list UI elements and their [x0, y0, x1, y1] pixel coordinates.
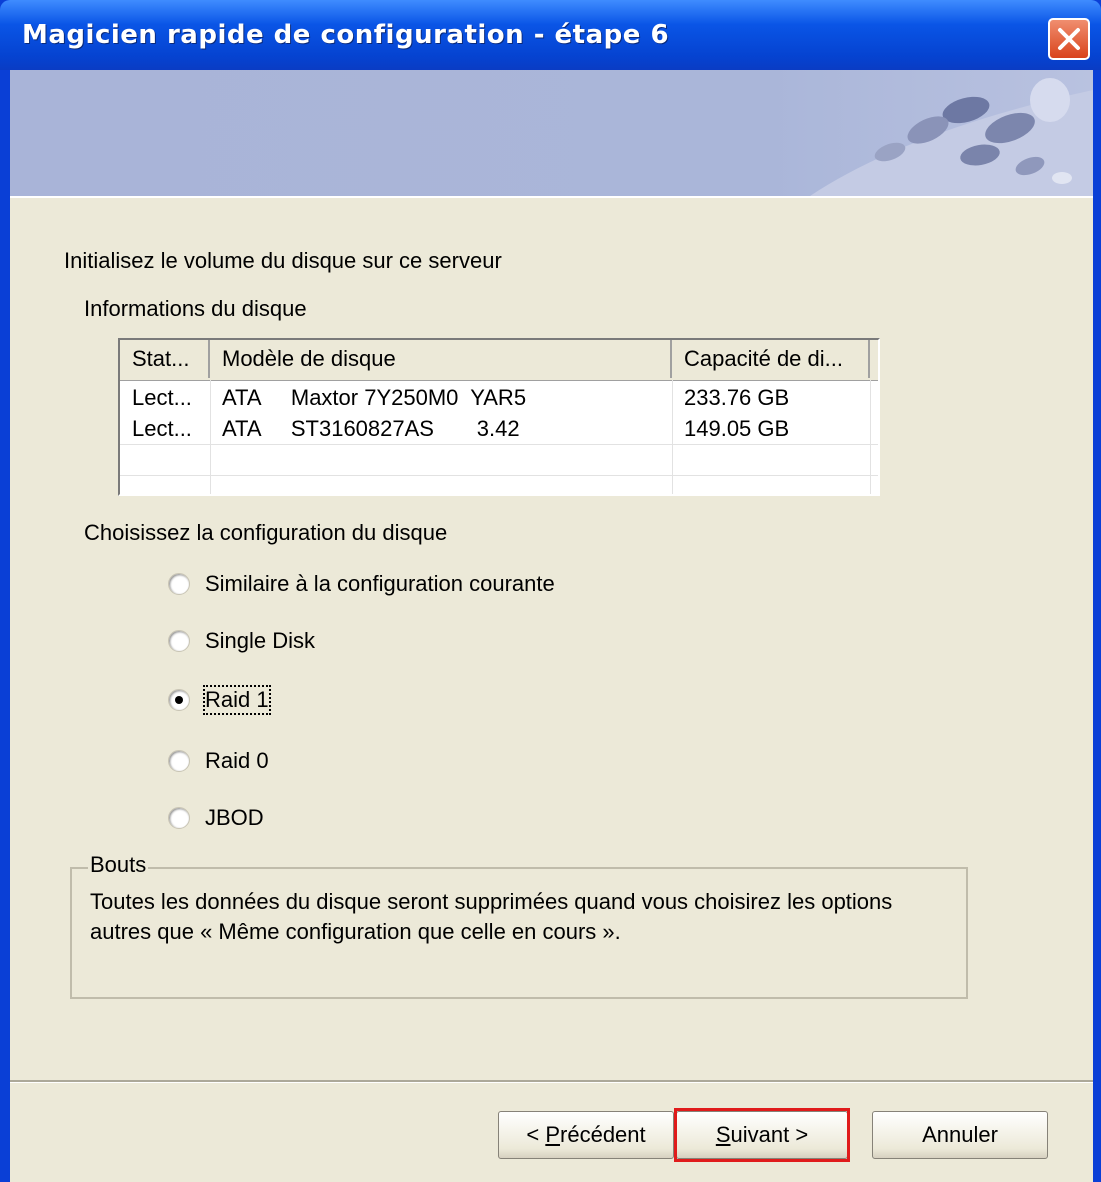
radio-button[interactable]	[168, 630, 190, 652]
grid-line	[870, 380, 871, 494]
cell-capacity: 233.76 GB	[684, 385, 790, 410]
disk-info-label: Informations du disque	[84, 296, 307, 321]
radio-button[interactable]	[168, 807, 190, 829]
close-button[interactable]	[1048, 18, 1090, 60]
grid-line	[672, 380, 673, 494]
config-label: Choisissez la configuration du disque	[84, 520, 448, 545]
next-button-highlight	[674, 1108, 850, 1162]
column-header-capacity[interactable]: Capacité de di...	[672, 340, 870, 378]
wizard-window: Magicien rapide de configuration - étape…	[0, 0, 1101, 1182]
tips-text-line2: autres que « Même configuration que cell…	[90, 919, 621, 944]
radio-label[interactable]: JBOD	[205, 805, 264, 831]
window-frame-right	[1093, 70, 1101, 1182]
back-label: récédent	[560, 1122, 646, 1147]
cell-model: ATA ST3160827AS 3.42	[222, 416, 520, 441]
table-row[interactable]: Lect... ATA Maxtor 7Y250M0 YAR5 233.76 G…	[120, 382, 878, 413]
window-frame-left	[0, 70, 10, 1182]
column-header-status[interactable]: Stat...	[120, 340, 210, 378]
window-title: Magicien rapide de configuration - étape…	[22, 20, 670, 50]
page-heading: Initialisez le volume du disque sur ce s…	[64, 248, 502, 273]
dialog-body: Initialisez le volume du disque sur ce s…	[10, 70, 1093, 1182]
cell-status: Lect...	[132, 385, 192, 410]
grid-line	[120, 475, 878, 476]
radio-button[interactable]	[168, 573, 190, 595]
grid-line	[120, 444, 878, 445]
grid-line	[210, 380, 211, 494]
cell-capacity: 149.05 GB	[684, 416, 790, 441]
banner-divider	[10, 196, 1093, 198]
cell-status: Lect...	[132, 416, 192, 441]
tips-title: Bouts	[88, 852, 149, 878]
radio-button-selected[interactable]	[168, 689, 190, 711]
header-banner	[10, 70, 1093, 196]
disk-table[interactable]: Stat... Modèle de disque Capacité de di.…	[118, 338, 880, 496]
footer-separator	[10, 1080, 1093, 1083]
title-bar[interactable]: Magicien rapide de configuration - étape…	[0, 0, 1101, 70]
back-button[interactable]: < Précédent	[498, 1111, 674, 1159]
radio-label[interactable]: Raid 1	[203, 685, 271, 715]
table-row[interactable]: Lect... ATA ST3160827AS 3.42 149.05 GB	[120, 413, 878, 444]
back-prefix: <	[526, 1122, 546, 1147]
table-header: Stat... Modèle de disque Capacité de di.…	[120, 340, 878, 381]
cell-model: ATA Maxtor 7Y250M0 YAR5	[222, 385, 527, 410]
cancel-button[interactable]: Annuler	[872, 1111, 1048, 1159]
radio-label[interactable]: Similaire à la configuration courante	[205, 571, 555, 597]
back-mnemonic: P	[545, 1122, 561, 1147]
radio-button[interactable]	[168, 750, 190, 772]
column-header-model[interactable]: Modèle de disque	[210, 340, 672, 378]
decorative-swirl-graphic	[810, 78, 1093, 196]
radio-label[interactable]: Single Disk	[205, 628, 315, 654]
close-icon	[1058, 28, 1080, 50]
tips-text-line1: Toutes les données du disque seront supp…	[90, 889, 893, 914]
radio-label[interactable]: Raid 0	[205, 748, 269, 774]
tips-groupbox: Bouts Toutes les données du disque seron…	[70, 852, 968, 999]
